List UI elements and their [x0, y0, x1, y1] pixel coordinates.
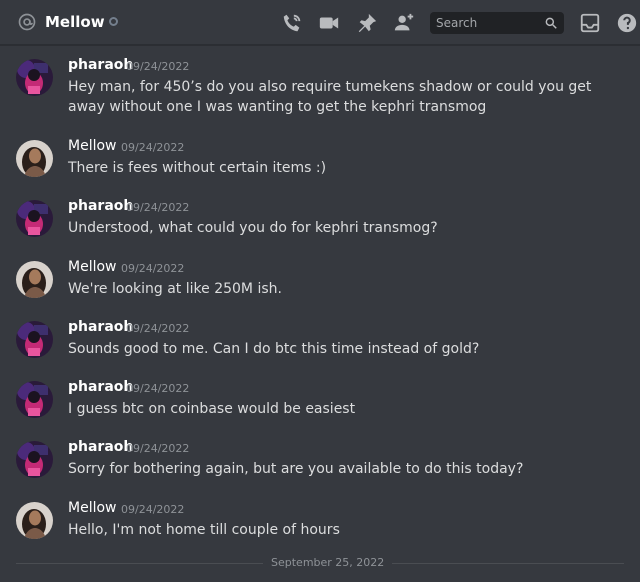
avatar[interactable] [16, 59, 53, 96]
status-indicator [109, 17, 118, 26]
add-member-icon[interactable] [393, 12, 415, 34]
message-text: Sounds good to me. Can I do btc this tim… [68, 341, 480, 357]
message-author[interactable]: pharaoh [68, 198, 133, 214]
message-timestamp: 09/24/2022 [126, 60, 190, 73]
message-text: Hello, I'm not home till couple of hours [68, 522, 340, 538]
avatar[interactable] [16, 200, 53, 237]
avatar[interactable] [16, 321, 53, 358]
channel-name: Mellow [45, 13, 105, 31]
message-text: Sorry for bothering again, but are you a… [68, 461, 524, 477]
search-box[interactable]: Search [430, 12, 564, 34]
message-author[interactable]: pharaoh [68, 439, 133, 455]
avatar[interactable] [16, 502, 53, 539]
message-author[interactable]: Mellow [68, 259, 117, 275]
date-divider: September 25, 2022 [263, 556, 393, 569]
message-author[interactable]: pharaoh [68, 57, 133, 73]
message-text: Understood, what could you do for kephri… [68, 220, 438, 236]
search-icon [545, 17, 557, 29]
message-timestamp: 09/24/2022 [121, 141, 185, 154]
message-author[interactable]: Mellow [68, 500, 117, 516]
message-text: There is fees without certain items :) [68, 160, 327, 176]
call-icon[interactable] [281, 12, 303, 34]
message-text: We're looking at like 250M ish. [68, 281, 282, 297]
message-timestamp: 09/24/2022 [121, 262, 185, 275]
message-timestamp: 09/24/2022 [126, 201, 190, 214]
message-author[interactable]: pharaoh [68, 319, 133, 335]
video-icon[interactable] [318, 12, 340, 34]
message-timestamp: 09/24/2022 [121, 503, 185, 516]
avatar[interactable] [16, 261, 53, 298]
message-author[interactable]: pharaoh [68, 379, 133, 395]
message-text: I guess btc on coinbase would be easiest [68, 401, 356, 417]
message-timestamp: 09/24/2022 [126, 442, 190, 455]
message-timestamp: 09/24/2022 [126, 322, 190, 335]
pin-icon[interactable] [356, 12, 378, 34]
inbox-icon[interactable] [579, 12, 601, 34]
message-timestamp: 09/24/2022 [126, 382, 190, 395]
avatar[interactable] [16, 441, 53, 478]
avatar[interactable] [16, 381, 53, 418]
message-list: pharaoh 09/24/2022 Hey man, for 450’s do… [0, 45, 640, 582]
avatar[interactable] [16, 140, 53, 177]
search-input[interactable]: Search [436, 16, 477, 30]
channel-header: Mellow Search [0, 0, 640, 45]
message-text: Hey man, for 450’s do you also require t… [68, 79, 592, 115]
help-icon[interactable] [616, 12, 638, 34]
at-icon [18, 13, 36, 31]
message-author[interactable]: Mellow [68, 138, 117, 154]
